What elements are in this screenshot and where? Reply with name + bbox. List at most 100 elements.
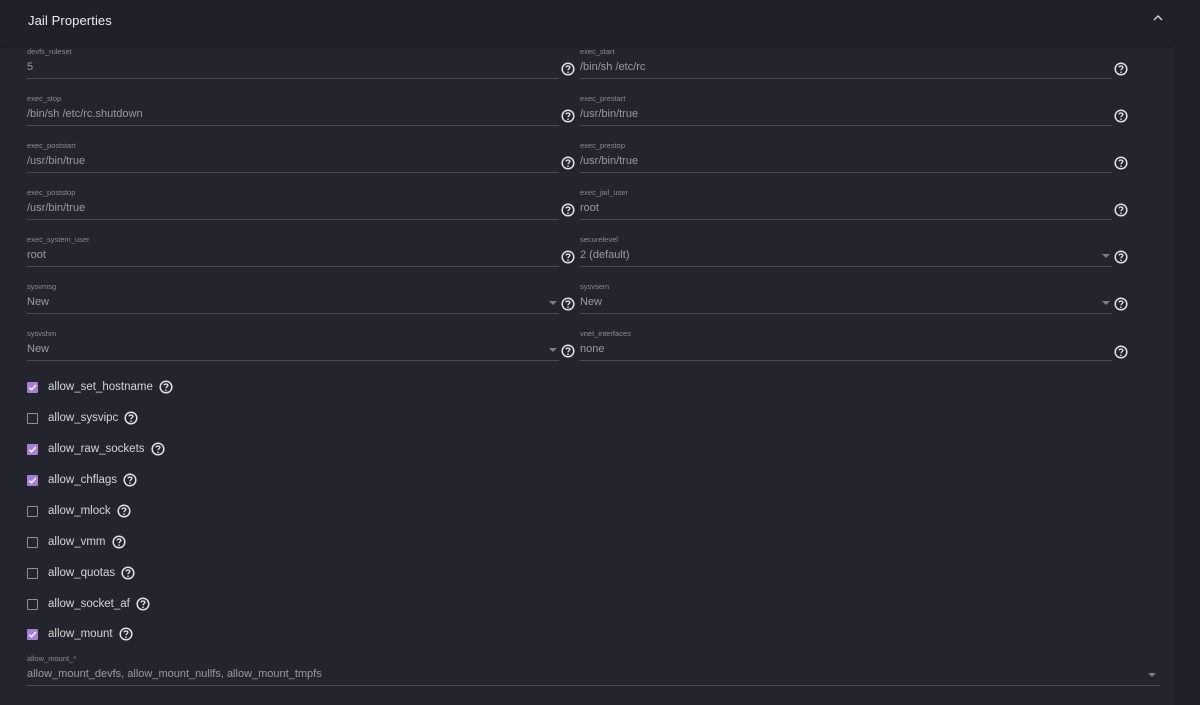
checkbox-label[interactable]: allow_raw_sockets — [48, 443, 145, 455]
exec-system-user-field[interactable]: exec_system_user root — [27, 235, 559, 269]
field-underline — [580, 125, 1112, 126]
field-underline — [580, 78, 1112, 79]
checkbox[interactable] — [27, 474, 38, 486]
sysvshm-select[interactable]: sysvshm New — [27, 329, 559, 363]
help-circle-icon[interactable] — [561, 297, 575, 311]
exec-start-field[interactable]: exec_start /bin/sh /etc/rc — [580, 47, 1112, 81]
checkbox-label[interactable]: allow_set_hostname — [48, 381, 153, 393]
checkbox-allow-quotas[interactable]: allow_quotas — [27, 565, 135, 581]
vnet-interfaces-field[interactable]: vnet_interfaces none — [580, 329, 1112, 363]
checkbox[interactable] — [27, 505, 38, 517]
field-value[interactable]: New — [27, 343, 49, 355]
checkbox-label[interactable]: allow_quotas — [48, 567, 115, 579]
checkbox-label[interactable]: allow_chflags — [48, 474, 117, 486]
checkbox-label[interactable]: allow_mount — [48, 628, 113, 640]
checkbox-label[interactable]: allow_socket_af — [48, 598, 130, 610]
checkbox-allow-chflags[interactable]: allow_chflags — [27, 472, 137, 488]
checkbox-allow-set-hostname[interactable]: allow_set_hostname — [27, 379, 173, 395]
help-circle-icon[interactable] — [123, 473, 137, 487]
checkbox-allow-raw-sockets[interactable]: allow_raw_sockets — [27, 441, 165, 457]
help-circle-icon[interactable] — [561, 156, 575, 170]
help-circle-icon[interactable] — [124, 411, 138, 425]
field-underline — [27, 360, 559, 361]
checkbox[interactable] — [27, 412, 38, 424]
field-value[interactable]: New — [27, 296, 49, 308]
caret-down-icon[interactable] — [1148, 673, 1156, 677]
securelevel-select[interactable]: securelevel 2 (default) — [580, 235, 1112, 269]
field-value[interactable]: /usr/bin/true — [27, 155, 85, 167]
caret-down-icon[interactable] — [1102, 301, 1110, 305]
checkbox[interactable] — [27, 536, 38, 548]
help-circle-icon[interactable] — [119, 627, 133, 641]
help-circle-icon[interactable] — [121, 566, 135, 580]
allow-mount-star-select[interactable]: allow_mount_* allow_mount_devfs, allow_m… — [27, 654, 1160, 688]
checkbox[interactable] — [27, 443, 38, 455]
field-value[interactable]: /usr/bin/true — [580, 155, 638, 167]
field-value[interactable]: /usr/bin/true — [580, 108, 638, 120]
help-circle-icon[interactable] — [111, 535, 126, 549]
checkbox-allow-mlock[interactable]: allow_mlock — [27, 503, 131, 519]
help-circle-icon[interactable] — [1114, 345, 1128, 359]
help-circle-icon[interactable] — [117, 504, 131, 518]
checkbox-allow-mount[interactable]: allow_mount — [27, 626, 133, 642]
scrollbar-track[interactable] — [1174, 0, 1200, 705]
chevron-up-icon[interactable] — [1148, 8, 1168, 28]
exec-poststop-field[interactable]: exec_poststop /usr/bin/true — [27, 188, 559, 222]
exec-poststart-field[interactable]: exec_poststart /usr/bin/true — [27, 141, 559, 175]
help-circle-icon[interactable] — [150, 442, 165, 456]
help-circle-icon[interactable] — [561, 344, 575, 358]
checkbox[interactable] — [27, 381, 38, 393]
help-circle-icon[interactable] — [1114, 250, 1128, 264]
caret-down-icon[interactable] — [1102, 254, 1110, 258]
field-value[interactable]: root — [580, 202, 599, 214]
help-circle-icon[interactable] — [561, 62, 575, 76]
help-circle-icon[interactable] — [1114, 156, 1128, 170]
help-circle-icon[interactable] — [1114, 203, 1128, 217]
checkbox[interactable] — [27, 628, 38, 640]
exec-jail-user-field[interactable]: exec_jail_user root — [580, 188, 1112, 222]
help-circle-icon[interactable] — [561, 203, 575, 217]
field-value[interactable]: 5 — [27, 61, 33, 73]
field-value[interactable]: New — [580, 296, 602, 308]
help-circle-icon[interactable] — [1114, 109, 1128, 123]
field-label: vnet_interfaces — [580, 329, 631, 338]
help-circle-icon[interactable] — [136, 597, 150, 611]
field-label: sysvmsg — [27, 282, 57, 291]
field-underline — [27, 78, 559, 79]
caret-down-icon[interactable] — [549, 301, 557, 305]
checkbox-allow-sysvipc[interactable]: allow_sysvipc — [27, 410, 138, 426]
field-value[interactable]: /bin/sh /etc/rc — [580, 61, 645, 73]
checkbox[interactable] — [27, 567, 38, 579]
sysvmsg-select[interactable]: sysvmsg New — [27, 282, 559, 316]
exec-prestart-field[interactable]: exec_prestart /usr/bin/true — [580, 94, 1112, 128]
field-value[interactable]: 2 (default) — [580, 249, 630, 261]
field-value[interactable]: /usr/bin/true — [27, 202, 85, 214]
help-circle-icon[interactable] — [1114, 297, 1128, 311]
checkbox-allow-socket-af[interactable]: allow_socket_af — [27, 596, 150, 612]
check-icon — [28, 477, 37, 484]
checkbox-label[interactable]: allow_sysvipc — [48, 412, 118, 424]
field-value[interactable]: /bin/sh /etc/rc.shutdown — [27, 108, 143, 120]
field-value[interactable]: allow_mount_devfs, allow_mount_nullfs, a… — [27, 668, 322, 680]
exec-stop-field[interactable]: exec_stop /bin/sh /etc/rc.shutdown — [27, 94, 559, 128]
checkbox-allow-vmm[interactable]: allow_vmm — [27, 534, 126, 550]
caret-down-icon[interactable] — [549, 348, 557, 352]
field-underline — [27, 219, 559, 220]
devfs-ruleset-field[interactable]: devfs_ruleset 5 — [27, 47, 559, 81]
exec-prestop-field[interactable]: exec_prestop /usr/bin/true — [580, 141, 1112, 175]
help-circle-icon[interactable] — [1114, 62, 1128, 76]
checkbox[interactable] — [27, 598, 38, 610]
field-label: devfs_ruleset — [27, 47, 72, 56]
help-circle-icon[interactable] — [561, 109, 575, 123]
field-value[interactable]: root — [27, 249, 46, 261]
help-circle-icon[interactable] — [159, 380, 173, 394]
section-header[interactable]: Jail Properties — [0, 0, 1174, 46]
field-underline — [580, 360, 1112, 361]
field-label: sysvshm — [27, 329, 57, 338]
field-value[interactable]: none — [580, 343, 604, 355]
field-label: allow_mount_* — [27, 654, 77, 663]
checkbox-label[interactable]: allow_vmm — [48, 536, 106, 548]
checkbox-label[interactable]: allow_mlock — [48, 505, 111, 517]
help-circle-icon[interactable] — [561, 250, 575, 264]
sysvsem-select[interactable]: sysvsem New — [580, 282, 1112, 316]
